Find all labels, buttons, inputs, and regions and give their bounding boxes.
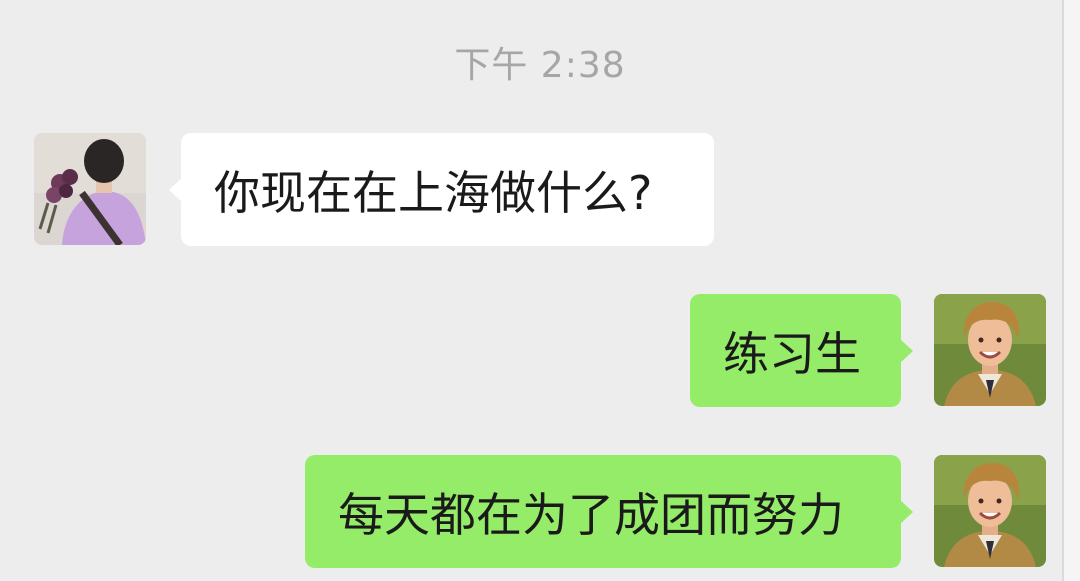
bubble-tail-icon [900, 499, 913, 524]
bubble-tail-icon [169, 177, 182, 202]
user-avatar-purple-shirt-icon [34, 133, 146, 245]
avatar-other-user[interactable] [34, 133, 146, 245]
user-avatar-boy-smiling-icon [934, 294, 1046, 406]
message-text: 每天都在为了成团而努力 [338, 487, 844, 542]
message-timestamp: 下午 2:38 [454, 45, 626, 86]
message-bubble-outgoing[interactable]: 练习生 [690, 294, 913, 407]
message-text: 你现在在上海做什么? [214, 165, 653, 220]
message-bubble-incoming[interactable]: 你现在在上海做什么? [169, 133, 714, 246]
avatar-self[interactable] [934, 294, 1046, 406]
user-avatar-boy-smiling-icon [934, 455, 1046, 567]
avatar-self[interactable] [934, 455, 1046, 567]
scrollbar-track[interactable] [1062, 0, 1080, 581]
message-bubble-outgoing[interactable]: 每天都在为了成团而努力 [305, 455, 913, 568]
message-text: 练习生 [723, 326, 861, 381]
bubble-tail-icon [900, 338, 913, 363]
